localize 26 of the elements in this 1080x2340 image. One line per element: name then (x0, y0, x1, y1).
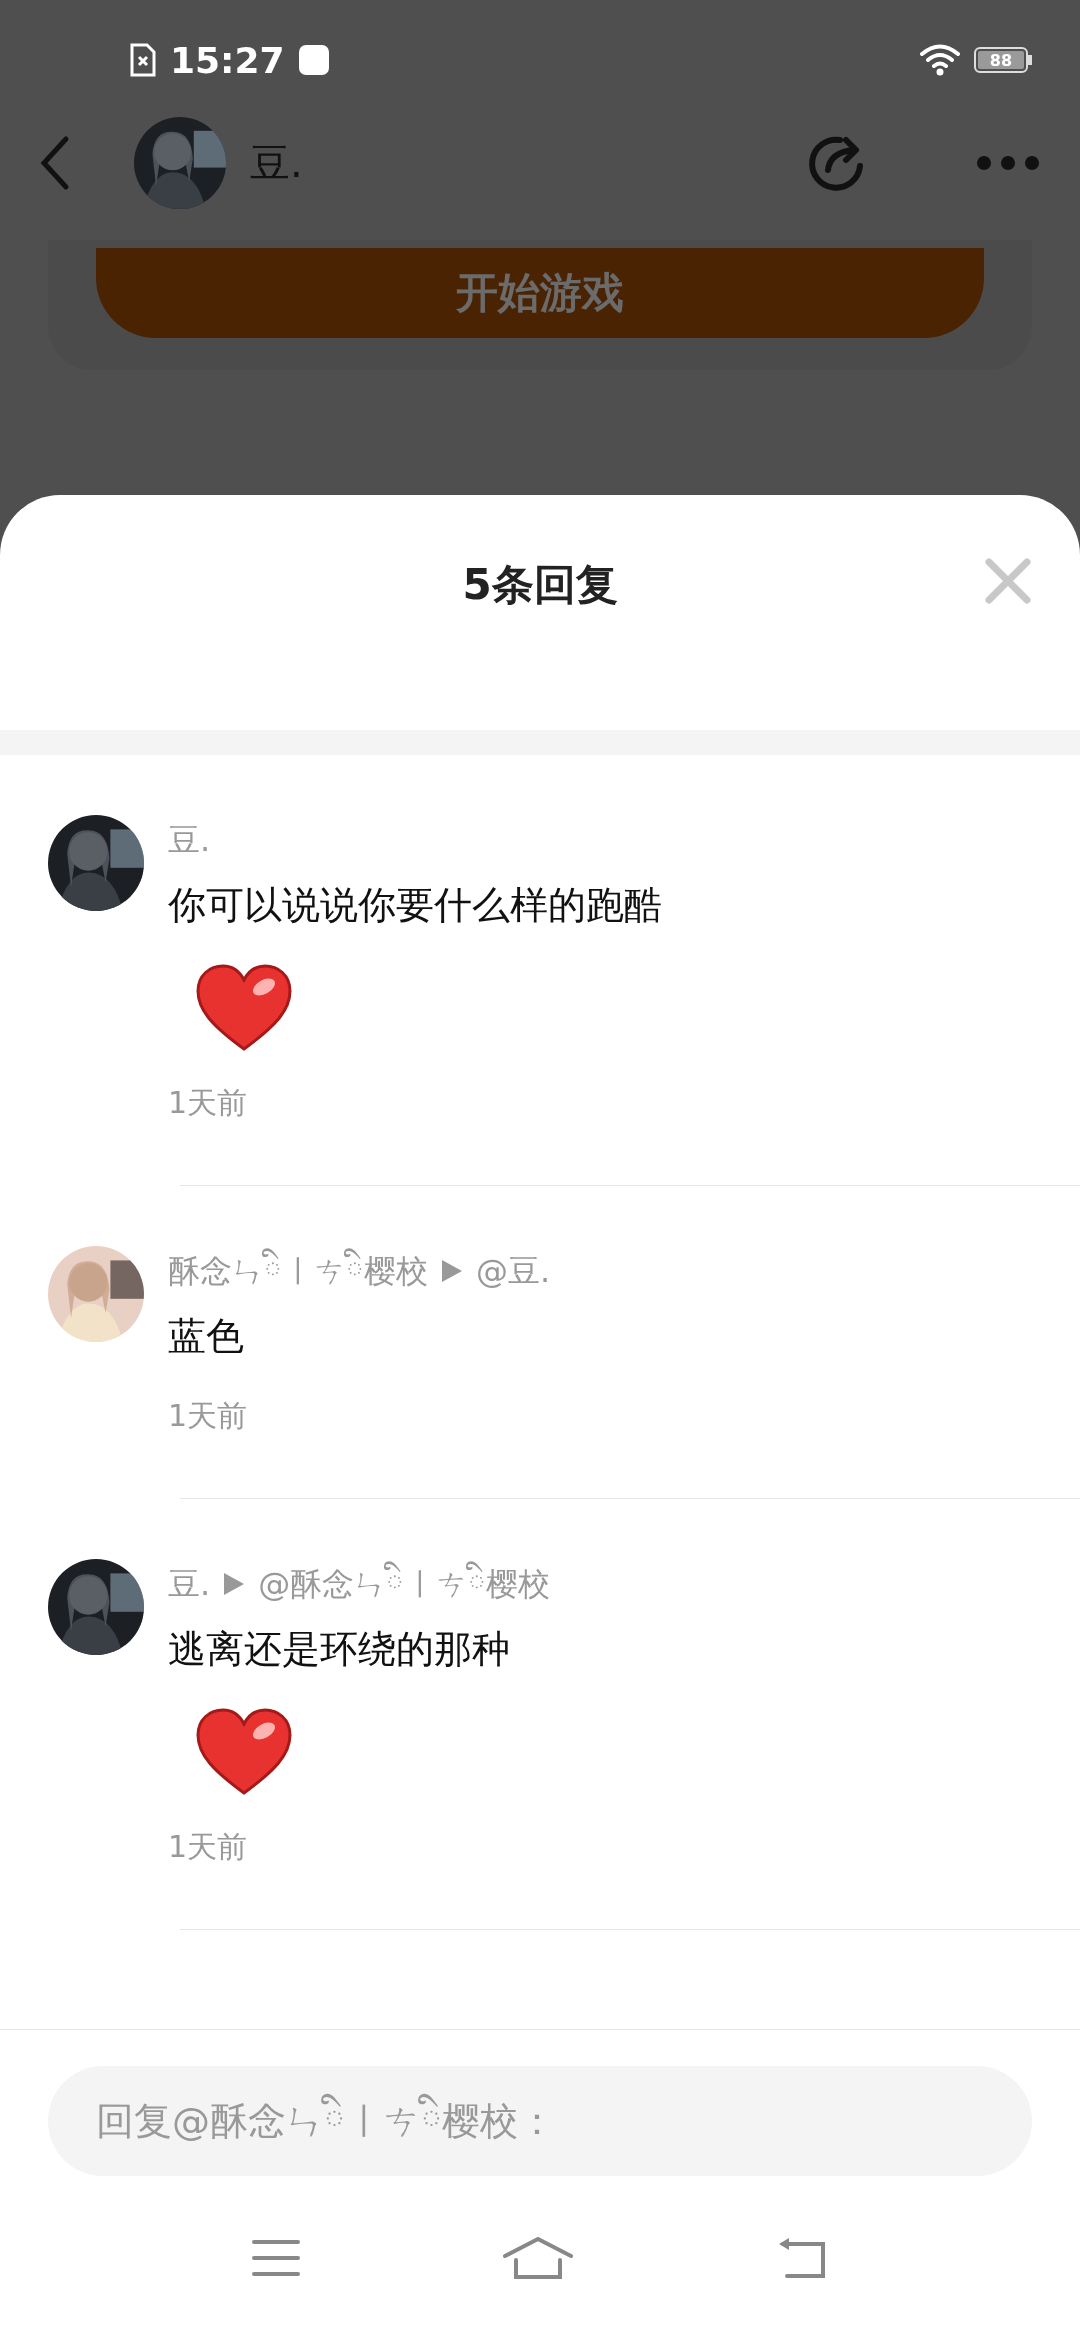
wifi-icon (920, 44, 960, 76)
reply-time: 1天前 (168, 1397, 249, 1435)
more-icon[interactable] (976, 155, 1040, 171)
back-icon[interactable] (40, 135, 70, 191)
start-game-button[interactable]: 开始游戏 (96, 248, 984, 338)
triangle-icon (442, 1260, 462, 1282)
triangle-icon (224, 1573, 245, 1595)
sim-off-icon (130, 43, 156, 77)
mention-name[interactable]: @酥念ㄣིㅣㄘི樱校 (258, 1559, 551, 1609)
sheet-title: 5条回复 (462, 559, 618, 611)
reply-time: 1天前 (168, 1084, 249, 1122)
author-name[interactable]: 豆. (168, 815, 211, 865)
close-icon[interactable] (984, 557, 1032, 605)
mention-name[interactable]: @豆. (476, 1246, 551, 1296)
menu-icon[interactable] (250, 2238, 301, 2278)
reply-text: 你可以说说你要什么样的跑酷 (168, 882, 663, 929)
author-name[interactable]: 豆. (168, 1559, 211, 1609)
clock: 15:27 (170, 39, 285, 81)
user-name: 豆. (250, 138, 303, 188)
notification-icon (298, 45, 329, 75)
reply-field[interactable]: 回复@酥念ㄣིㅣㄘི樱校： (48, 2066, 1032, 2176)
reply-text: 逃离还是环绕的那种 (168, 1626, 511, 1673)
reply-time: 1天前 (168, 1828, 249, 1866)
reply-text: 蓝色 (168, 1313, 245, 1360)
author-name[interactable]: 酥念ㄣིㅣㄘི樱校 (168, 1246, 428, 1296)
home-icon[interactable] (502, 2236, 574, 2280)
